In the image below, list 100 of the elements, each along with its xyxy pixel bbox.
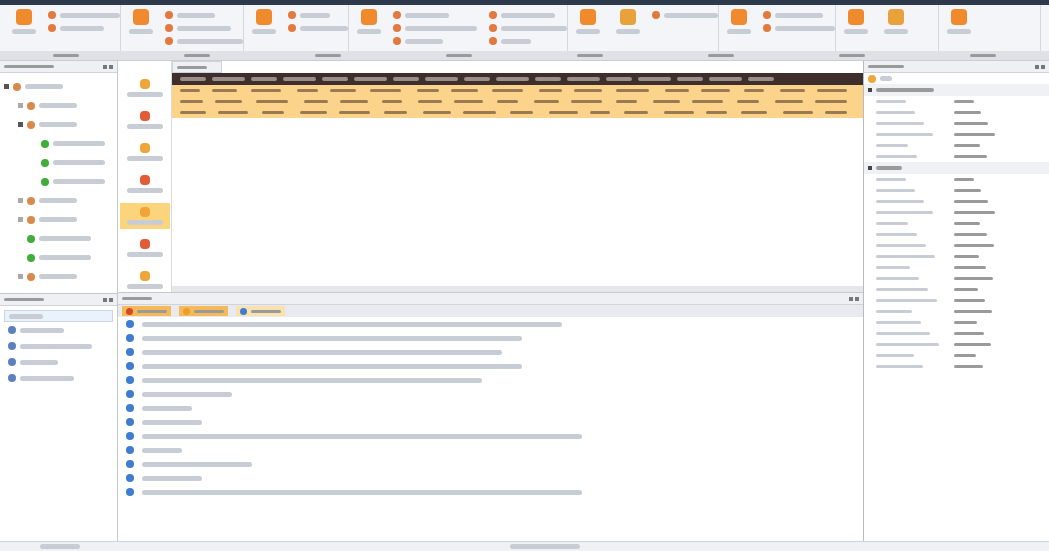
close-icon[interactable] [109, 297, 113, 302]
scrollbar[interactable] [172, 286, 863, 292]
column-header[interactable] [283, 77, 316, 81]
illegible-text [129, 29, 153, 34]
table-cell [329, 89, 356, 92]
column-header[interactable] [748, 77, 774, 81]
illegible-text [839, 54, 866, 57]
illegible-text [876, 332, 930, 335]
table-cell [497, 100, 518, 103]
pin-icon[interactable] [1035, 64, 1039, 69]
table-cell [339, 100, 368, 103]
column-header[interactable] [709, 77, 742, 81]
table-cell [665, 89, 690, 92]
table-cell [300, 111, 327, 114]
ribbon-small-button[interactable] [489, 24, 567, 32]
illegible-text [876, 299, 937, 302]
column-header[interactable] [180, 77, 206, 81]
ribbon-small-button[interactable] [393, 24, 477, 32]
grid-row[interactable] [172, 107, 863, 118]
table-cell [180, 89, 200, 92]
illegible-text [946, 29, 971, 34]
table-cell [416, 89, 439, 92]
toolbox-item[interactable] [119, 203, 170, 229]
tool-icon [16, 9, 32, 25]
illegible-text [177, 25, 231, 31]
table-cell [574, 89, 603, 92]
illegible-text [4, 298, 44, 301]
column-header[interactable] [212, 77, 245, 81]
illegible-text [20, 359, 58, 365]
illegible-text [876, 133, 933, 136]
illegible-text [954, 288, 978, 291]
column-header[interactable] [425, 77, 458, 81]
column-header[interactable] [354, 77, 387, 81]
illegible-text [126, 252, 163, 257]
grid-row[interactable] [172, 85, 863, 96]
column-header[interactable] [496, 77, 529, 81]
table-cell [250, 89, 281, 92]
column-header[interactable] [251, 77, 277, 81]
illegible-text [576, 29, 600, 34]
illegible-text [9, 313, 43, 319]
illegible-text [954, 178, 974, 181]
illegible-text [775, 25, 835, 31]
node-icon [41, 158, 49, 167]
node-icon [27, 101, 35, 110]
close-icon[interactable] [1041, 64, 1045, 69]
table-cell [454, 100, 484, 103]
error-icon [126, 307, 133, 315]
property-group[interactable] [864, 162, 1049, 174]
illegible-text [954, 155, 987, 158]
tool-icon [133, 9, 149, 25]
document-tab[interactable] [172, 61, 222, 73]
ribbon-small-button[interactable] [288, 24, 348, 32]
illegible-text [39, 255, 91, 260]
illegible-text [884, 29, 908, 34]
illegible-text [25, 84, 63, 89]
column-header[interactable] [322, 77, 348, 81]
illegible-text [53, 179, 105, 184]
filter-tab[interactable] [236, 306, 285, 316]
column-header[interactable] [677, 77, 703, 81]
column-header[interactable] [567, 77, 600, 81]
illegible-text [39, 103, 77, 108]
table-cell [262, 111, 285, 114]
filter-tab[interactable] [179, 306, 228, 316]
illegible-text [20, 343, 92, 349]
illegible-text [954, 200, 988, 203]
illegible-text [126, 284, 163, 289]
search-field[interactable] [4, 310, 113, 322]
illegible-text [708, 54, 735, 57]
ribbon-small-button[interactable] [165, 37, 243, 45]
table-cell [549, 111, 578, 114]
illegible-text [126, 156, 163, 161]
filter-tab[interactable] [122, 306, 171, 316]
column-header[interactable] [638, 77, 671, 81]
illegible-text [20, 375, 74, 381]
property-group[interactable] [864, 84, 1049, 96]
column-header[interactable] [606, 77, 632, 81]
tool-icon [848, 9, 864, 25]
table-cell [338, 111, 371, 114]
ribbon-small-button[interactable] [763, 24, 835, 32]
column-header[interactable] [535, 77, 561, 81]
table-cell [417, 100, 442, 103]
close-icon[interactable] [109, 64, 113, 69]
illegible-text [501, 25, 567, 31]
close-icon[interactable] [855, 296, 859, 301]
info-icon [240, 307, 247, 315]
column-header[interactable] [464, 77, 490, 81]
illegible-text [20, 327, 64, 333]
table-cell [782, 111, 814, 114]
ribbon-small-button[interactable] [48, 11, 120, 19]
table-cell [180, 100, 203, 103]
column-header[interactable] [393, 77, 419, 81]
illegible-text [357, 29, 381, 34]
illegible-text [954, 211, 995, 214]
pin-icon[interactable] [103, 297, 107, 302]
pin-icon[interactable] [103, 64, 107, 69]
illegible-text [868, 65, 904, 68]
pin-icon[interactable] [849, 296, 853, 301]
ribbon-small-button[interactable] [652, 11, 718, 19]
illegible-text [616, 29, 640, 34]
table-cell [214, 100, 242, 103]
